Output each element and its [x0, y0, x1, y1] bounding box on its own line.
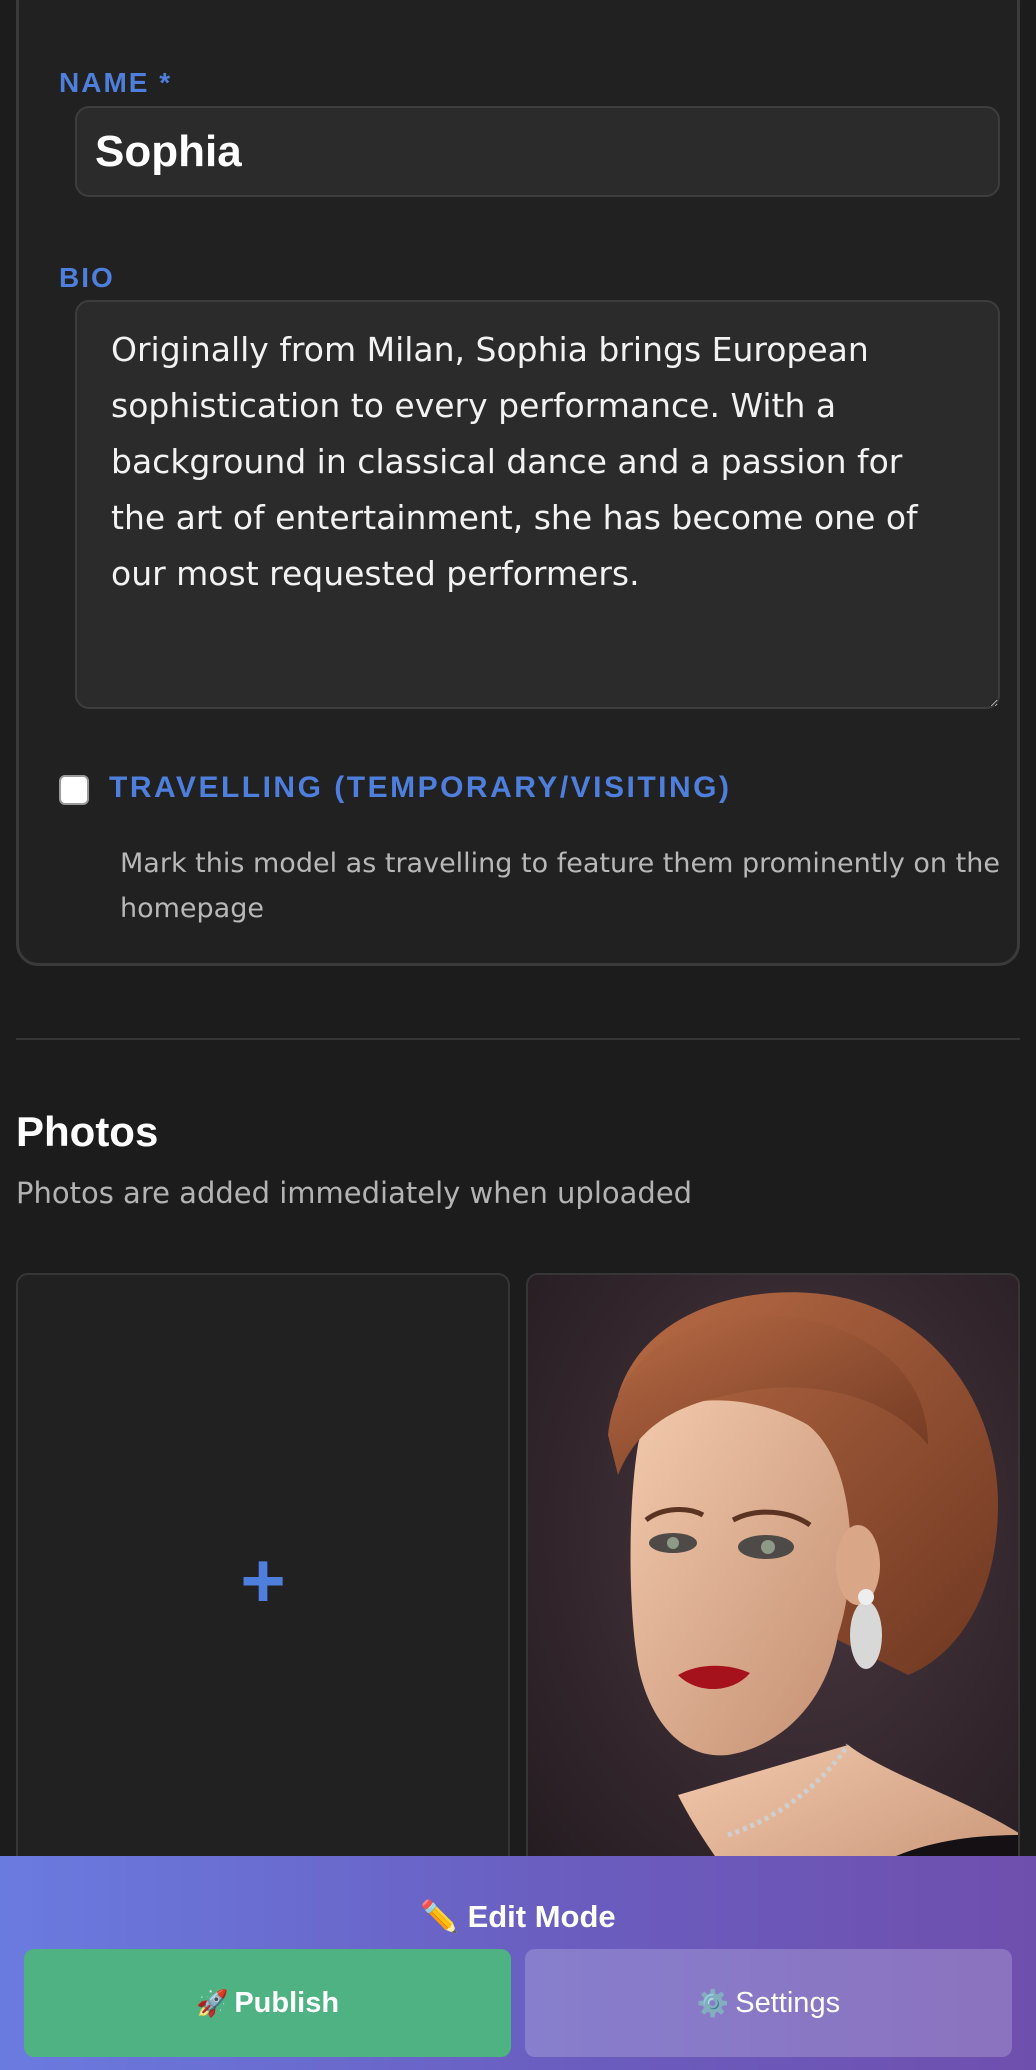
model-details-card: NAME * BIO Originally from Milan, Sophia… [16, 0, 1020, 966]
pencil-icon: ✏️ [420, 1899, 459, 1934]
name-label: NAME * [59, 67, 173, 98]
photos-heading: Photos [16, 1108, 159, 1155]
plus-icon: + [240, 1536, 286, 1624]
section-divider [16, 1038, 1020, 1040]
rocket-icon: 🚀 [195, 1987, 229, 2018]
bio-label: BIO [59, 262, 115, 293]
photo-thumbnail[interactable] [526, 1273, 1020, 1913]
gear-icon: ⚙️ [696, 1987, 730, 2018]
photos-subtitle: Photos are added immediately when upload… [16, 1176, 693, 1210]
travelling-help-text: Mark this model as travelling to feature… [120, 848, 1000, 924]
travelling-label[interactable]: TRAVELLING (TEMPORARY/VISITING) [109, 771, 732, 805]
edit-mode-bar: ✏️ Edit Mode 🚀 Publish ⚙️ Settings [0, 1856, 1036, 2070]
edit-mode-title: ✏️ Edit Mode [420, 1899, 616, 1934]
portrait-photo [528, 1275, 1018, 1911]
travelling-checkbox[interactable] [59, 775, 89, 805]
bio-textarea[interactable]: Originally from Milan, Sophia brings Eur… [75, 300, 1000, 709]
name-field[interactable] [75, 106, 1000, 197]
settings-button[interactable]: ⚙️ Settings [525, 1949, 1012, 2057]
add-photo-button[interactable]: + [16, 1273, 510, 1913]
publish-button[interactable]: 🚀 Publish [24, 1949, 511, 2057]
